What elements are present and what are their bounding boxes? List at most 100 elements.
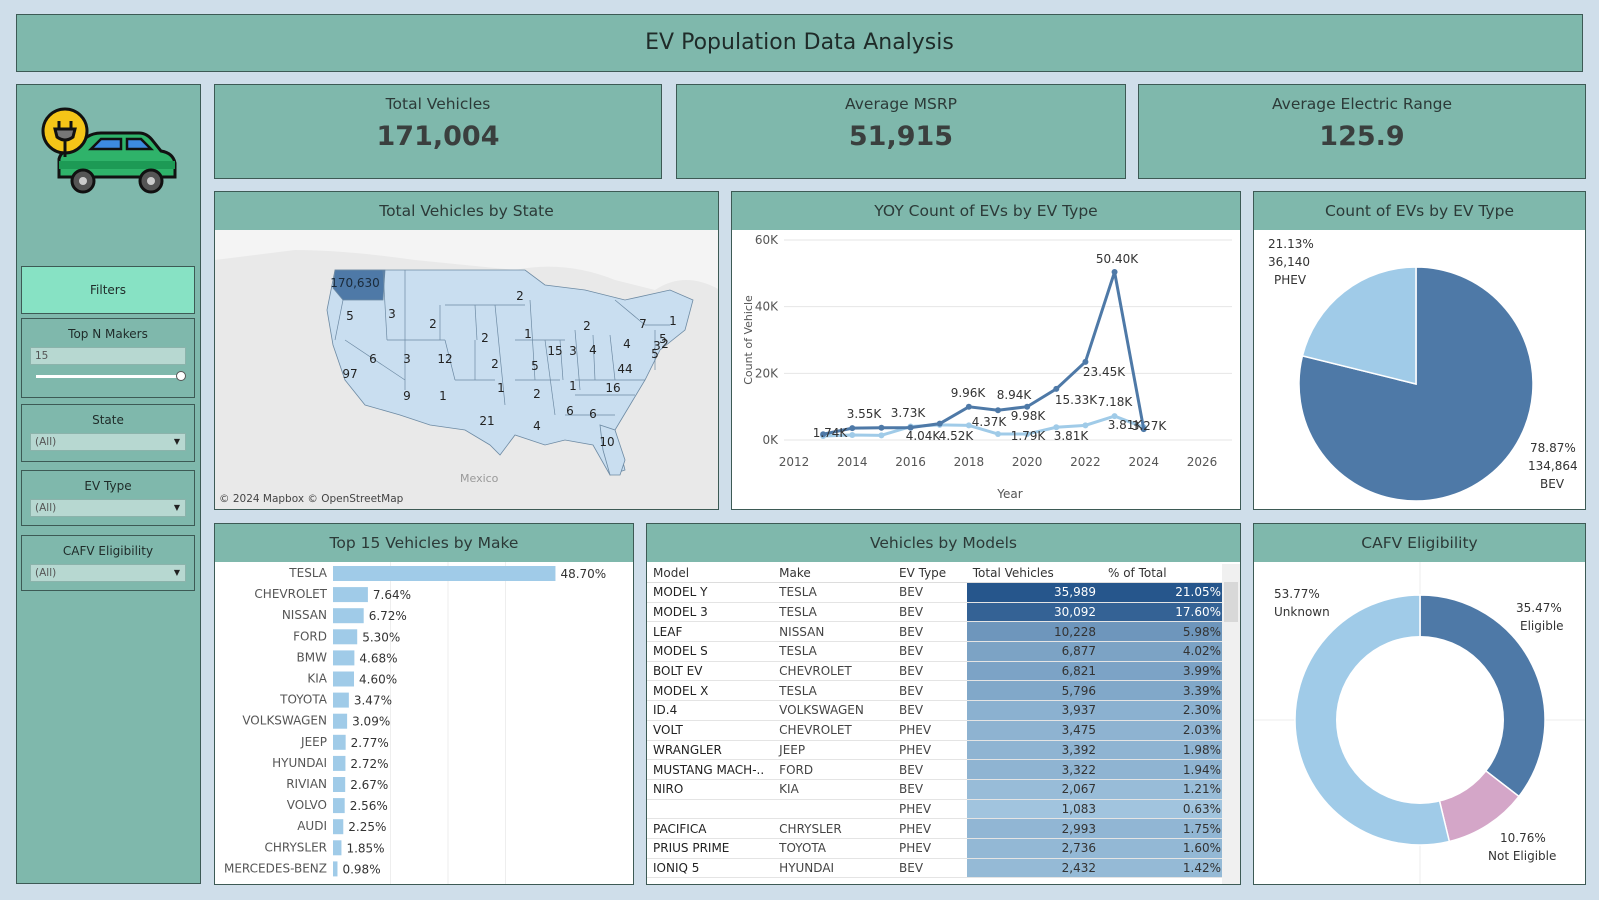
bar[interactable]: [333, 777, 346, 792]
table-row[interactable]: WRANGLER JEEP PHEV 3,392 1.98%: [647, 740, 1227, 761]
data-point[interactable]: [878, 424, 885, 431]
cafv-dropdown[interactable]: (All) ▼: [30, 564, 186, 582]
data-point[interactable]: [995, 407, 1001, 414]
kpi-value: 171,004: [376, 121, 500, 152]
cell-percent-total: 2.30%: [1101, 700, 1227, 721]
make-bar-chart[interactable]: TESLA 48.70% CHEVROLET 7.64% NISSAN 6.72% FORD…: [215, 562, 634, 884]
data-point[interactable]: [1053, 385, 1060, 392]
map-state-label: 2: [481, 331, 489, 345]
data-point[interactable]: [878, 432, 885, 439]
cell-make: CHEVROLET: [773, 720, 894, 741]
state-dropdown-value: (All): [35, 436, 57, 448]
data-point[interactable]: [849, 425, 856, 432]
bar[interactable]: [333, 755, 346, 771]
kpi-average-msrp: Average MSRP 51,915: [676, 84, 1126, 179]
bar[interactable]: [333, 819, 344, 835]
cell-total-vehicles: 2,736: [966, 838, 1102, 859]
yoy-line-chart[interactable]: Count of Vehicle Year 0K 20K 40K 60K 2012 201…: [732, 230, 1241, 510]
table-scrollbar[interactable]: [1222, 564, 1240, 884]
table-row[interactable]: PHEV 1,083 0.63%: [647, 799, 1227, 820]
table-row[interactable]: ID.4 VOLKSWAGEN BEV 3,937 2.30%: [647, 700, 1227, 721]
ev-type-pie[interactable]: 21.13% 36,140 PHEV 78.87% 134,864 BEV: [1254, 230, 1586, 510]
col-model[interactable]: Model: [647, 564, 774, 583]
bar[interactable]: [333, 734, 346, 750]
col-make[interactable]: Make: [773, 564, 894, 583]
cell-total-vehicles: 3,322: [966, 759, 1102, 780]
bar[interactable]: [333, 608, 364, 624]
table-row[interactable]: LEAF NISSAN BEV 10,228 5.98%: [647, 621, 1227, 643]
top-n-input[interactable]: 15: [30, 347, 186, 365]
top-n-slider-handle[interactable]: [176, 371, 186, 381]
table-row[interactable]: BOLT EV CHEVROLET BEV 6,821 3.99%: [647, 661, 1227, 682]
table-row[interactable]: MODEL X TESLA BEV 5,796 3.39%: [647, 680, 1227, 702]
cell-percent-total: 0.63%: [1101, 799, 1227, 820]
cafv-dropdown-value: (All): [35, 567, 57, 579]
table-row[interactable]: NIRO KIA BEV 2,067 1.21%: [647, 779, 1227, 800]
data-point[interactable]: [995, 431, 1001, 438]
scrollbar-thumb[interactable]: [1224, 582, 1238, 622]
data-point[interactable]: [1082, 358, 1089, 365]
models-table-card: Vehicles by Models Model Make EV Type To…: [646, 523, 1241, 885]
bar[interactable]: [333, 566, 556, 581]
map-state-label: 2: [516, 289, 524, 303]
data-label: 23.45K: [1083, 365, 1126, 379]
data-point[interactable]: [1111, 269, 1118, 275]
table-row[interactable]: IONIQ 5 HYUNDAI BEV 2,432 1.42%: [647, 858, 1227, 879]
cell-make: TESLA: [773, 582, 894, 603]
bar[interactable]: [333, 650, 355, 666]
bar[interactable]: [333, 840, 342, 856]
top-n-slider[interactable]: [36, 371, 186, 381]
cell-model: [647, 799, 774, 820]
state-dropdown[interactable]: (All) ▼: [30, 433, 186, 451]
kpi-label: Average MSRP: [845, 95, 957, 113]
table-row[interactable]: MODEL Y TESLA BEV 35,989 21.05%: [647, 582, 1227, 603]
map-state-label: 7: [639, 317, 647, 331]
cell-total-vehicles: 30,092: [966, 602, 1102, 623]
bar[interactable]: [333, 671, 355, 687]
table-row[interactable]: PRIUS PRIME TOYOTA PHEV 2,736 1.60%: [647, 838, 1227, 859]
x-axis-label: Year: [996, 487, 1022, 501]
sidebar: Filters Top N Makers 15 State (All) ▼ EV …: [16, 84, 201, 884]
bar-value-label: 5.30%: [362, 630, 400, 644]
map-title: Total Vehicles by State: [215, 192, 718, 230]
models-table: Model Make EV Type Total Vehicles % of T…: [647, 564, 1227, 879]
ev-type-dropdown[interactable]: (All) ▼: [30, 499, 186, 517]
cell-make: NISSAN: [773, 621, 894, 643]
cell-percent-total: 3.39%: [1101, 680, 1227, 702]
bar[interactable]: [333, 692, 349, 708]
data-point[interactable]: [849, 432, 856, 438]
col-ev-type[interactable]: EV Type: [893, 564, 967, 583]
table-row[interactable]: MODEL 3 TESLA BEV 30,092 17.60%: [647, 602, 1227, 623]
table-row[interactable]: VOLT CHEVROLET PHEV 3,475 2.03%: [647, 720, 1227, 741]
data-point[interactable]: [1082, 422, 1089, 429]
map-state-label: 2: [429, 317, 437, 331]
map-state-label: 4: [533, 419, 541, 433]
data-point[interactable]: [936, 420, 943, 427]
filters-button[interactable]: Filters: [21, 266, 195, 314]
cell-model: BOLT EV: [647, 661, 774, 682]
bar[interactable]: [333, 798, 345, 814]
table-row[interactable]: MODEL S TESLA BEV 6,877 4.02%: [647, 641, 1227, 662]
y-axis-label: Count of Vehicle: [742, 295, 755, 385]
top-n-label: Top N Makers: [68, 327, 148, 341]
col-total-vehicles[interactable]: Total Vehicles: [966, 564, 1102, 583]
data-label: 3.27K: [1132, 419, 1168, 433]
cell-model: VOLT: [647, 720, 774, 741]
us-state-map[interactable]: 170,6305 322976 3 12 29 112121515 3 42274445316…: [215, 230, 719, 510]
bar[interactable]: [333, 713, 348, 729]
map-state-label: 2: [583, 319, 591, 333]
data-label: 3.73K: [891, 406, 927, 420]
table-row[interactable]: MUSTANG MACH-.. FORD BEV 3,322 1.94%: [647, 759, 1227, 780]
bar-category-label: MERCEDES-BENZ: [224, 861, 327, 875]
bar-category-label: TESLA: [288, 566, 327, 580]
bar[interactable]: [333, 629, 358, 645]
models-title: Vehicles by Models: [647, 524, 1240, 562]
cell-total-vehicles: 35,989: [966, 582, 1102, 603]
bar[interactable]: [333, 861, 338, 877]
bar[interactable]: [333, 587, 368, 603]
col-percent-total[interactable]: % of Total: [1101, 564, 1227, 583]
cell-total-vehicles: 10,228: [966, 621, 1102, 643]
data-point[interactable]: [965, 403, 972, 410]
table-row[interactable]: PACIFICA CHRYSLER PHEV 2,993 1.75%: [647, 818, 1227, 839]
cafv-donut[interactable]: 53.77% Unknown 35.47% Eligible 10.76% No…: [1254, 562, 1586, 884]
